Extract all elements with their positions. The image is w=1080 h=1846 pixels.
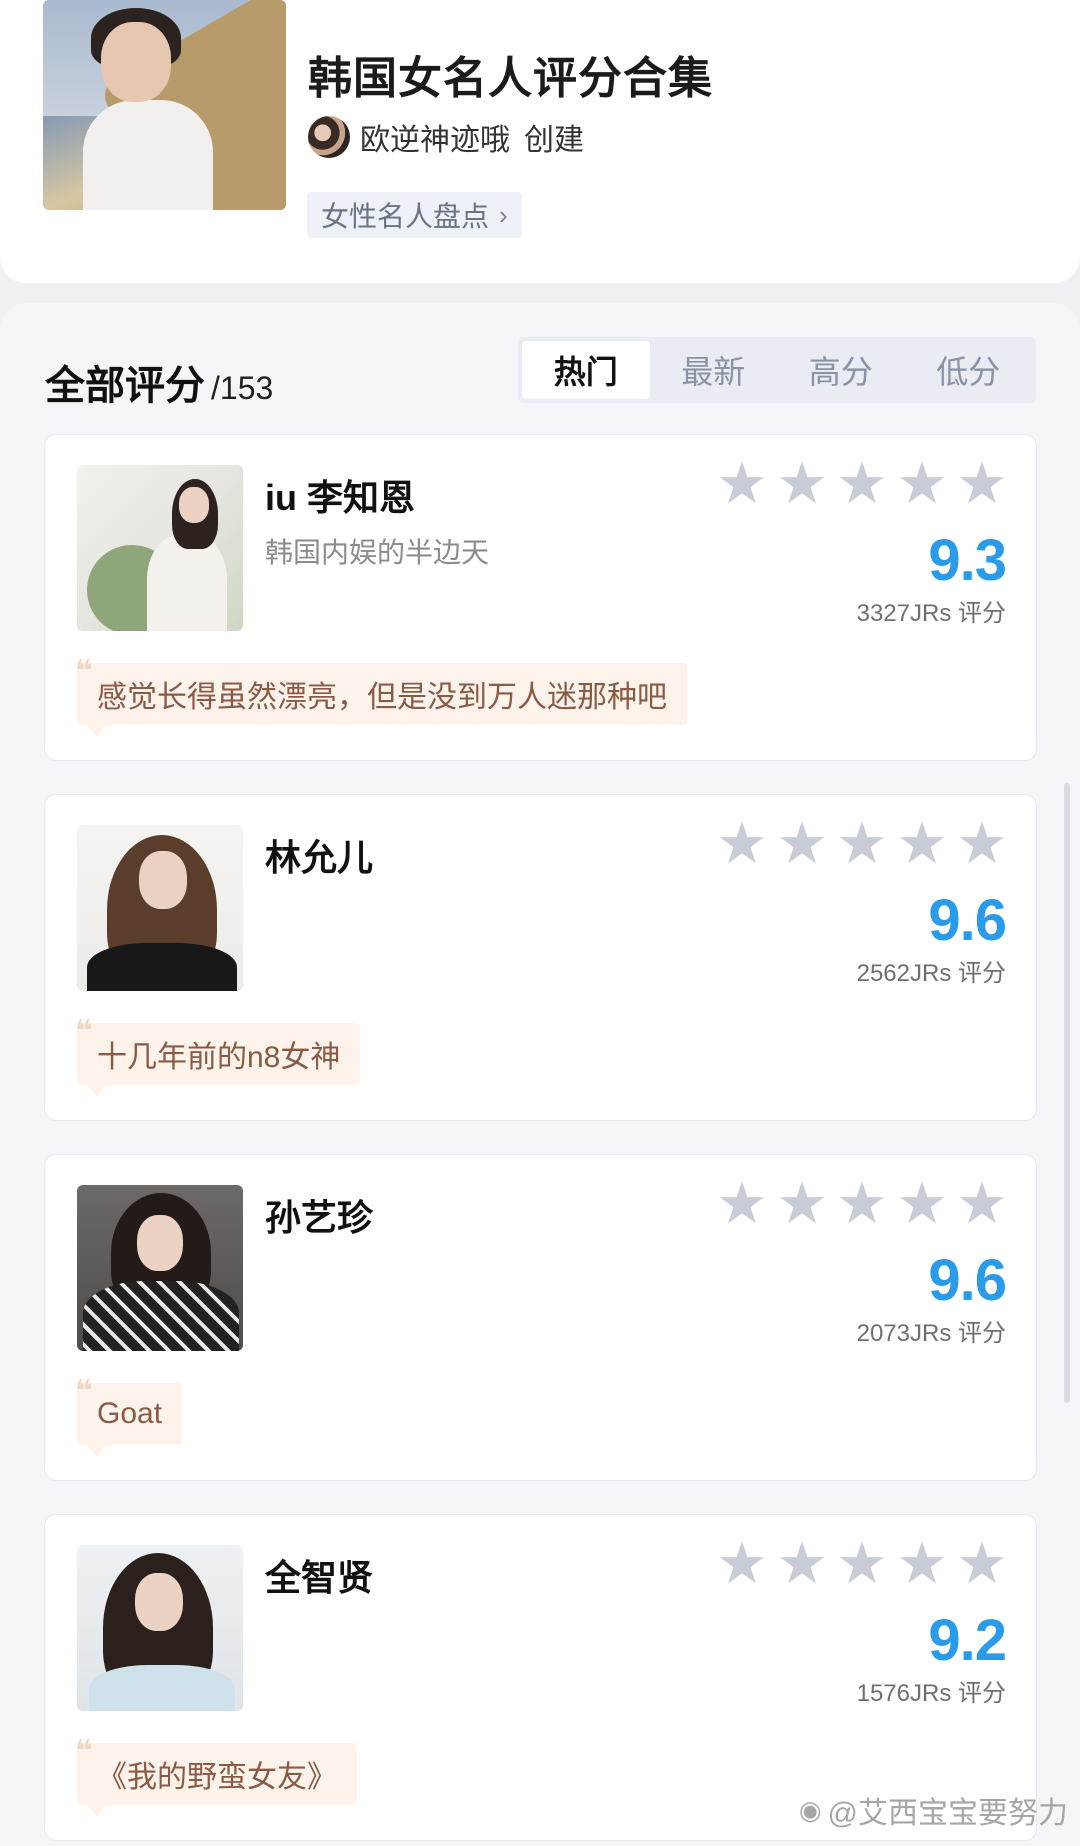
score-value: 9.3 (928, 528, 1007, 593)
celebrity-name[interactable]: 全智贤 (265, 1549, 373, 1601)
star-icon[interactable]: ★ (716, 1535, 768, 1593)
top-comment-text: 《我的野蛮女友》 (97, 1761, 337, 1794)
tab-low-score[interactable]: 低分 (905, 341, 1033, 399)
celebrity-name[interactable]: 林允儿 (265, 829, 373, 881)
watermark-text: @艾西宝宝要努力 (827, 1797, 1068, 1830)
quote-icon: ❝ (75, 1015, 93, 1048)
rating-count: 3327JRs 评分 (856, 600, 1006, 627)
star-icon[interactable]: ★ (896, 815, 948, 873)
watermark: ◉ @艾西宝宝要努力 (799, 1788, 1068, 1832)
celebrity-photo[interactable] (77, 1185, 243, 1351)
score-value: 9.2 (928, 1608, 1007, 1673)
star-icon[interactable]: ★ (716, 1175, 768, 1233)
star-rating[interactable]: ★ ★ ★ ★ ★ (706, 815, 1008, 873)
star-icon[interactable]: ★ (896, 1175, 948, 1233)
star-icon[interactable]: ★ (776, 815, 828, 873)
collection-header: 韩国女名人评分合集 欧逆神迹哦 创建 女性名人盘点 › (0, 0, 1080, 283)
top-comment[interactable]: ❝ 《我的野蛮女友》 (75, 1737, 357, 1817)
star-rating[interactable]: ★ ★ ★ ★ ★ (706, 1535, 1008, 1593)
tab-newest[interactable]: 最新 (650, 341, 778, 399)
tab-high-score[interactable]: 高分 (777, 341, 905, 399)
celebrity-photo[interactable] (77, 1545, 243, 1711)
star-icon[interactable]: ★ (836, 455, 888, 513)
creator-avatar[interactable] (308, 116, 350, 158)
star-icon[interactable]: ★ (836, 1535, 888, 1593)
star-icon[interactable]: ★ (956, 815, 1008, 873)
comment-tail (87, 1445, 107, 1457)
top-comment-text: 感觉长得虽然漂亮，但是没到万人迷那种吧 (97, 681, 667, 714)
star-icon[interactable]: ★ (716, 455, 768, 513)
rating-count: 1576JRs 评分 (856, 1680, 1006, 1707)
collection-title: 韩国女名人评分合集 (308, 54, 713, 103)
star-icon[interactable]: ★ (776, 1175, 828, 1233)
quote-icon: ❝ (75, 1375, 93, 1408)
tab-hot[interactable]: 热门 (522, 341, 650, 399)
chevron-right-icon: › (499, 199, 508, 230)
star-icon[interactable]: ★ (956, 1175, 1008, 1233)
star-icon[interactable]: ★ (776, 1535, 828, 1593)
top-comment[interactable]: ❝ Goat (75, 1377, 183, 1457)
quote-icon: ❝ (75, 655, 93, 688)
celebrity-photo[interactable] (77, 825, 243, 991)
comment-tail (87, 725, 107, 737)
score-value: 9.6 (928, 1248, 1007, 1313)
celebrity-subtitle: 韩国内娱的半边天 (265, 537, 490, 568)
star-icon[interactable]: ★ (956, 1535, 1008, 1593)
celebrity-photo[interactable] (77, 465, 243, 631)
rating-count: 2562JRs 评分 (856, 960, 1006, 987)
top-comment[interactable]: ❝ 感觉长得虽然漂亮，但是没到万人迷那种吧 (75, 657, 687, 737)
section-title: 全部评分/153 (45, 353, 273, 411)
celebrity-name[interactable]: iu 李知恩 (265, 469, 415, 521)
star-icon[interactable]: ★ (836, 1175, 888, 1233)
top-comment-text: 十几年前的n8女神 (97, 1041, 341, 1074)
sort-tabs: 热门 最新 高分 低分 (518, 337, 1036, 403)
star-rating[interactable]: ★ ★ ★ ★ ★ (706, 1175, 1008, 1233)
star-icon[interactable]: ★ (896, 455, 948, 513)
collection-cover-image[interactable] (43, 0, 286, 210)
category-tag[interactable]: 女性名人盘点 › (307, 192, 522, 238)
comment-tail (87, 1805, 107, 1817)
rating-card[interactable]: 孙艺珍 ★ ★ ★ ★ ★ 9.6 2073JRs 评分 ❝ Goat (44, 1154, 1037, 1481)
celebrity-name[interactable]: 孙艺珍 (265, 1189, 373, 1241)
star-icon[interactable]: ★ (776, 455, 828, 513)
ratings-panel: 全部评分/153 热门 最新 高分 低分 iu 李知恩 韩国内娱的半边天 ★ ★… (0, 303, 1080, 1846)
star-icon[interactable]: ★ (836, 815, 888, 873)
quote-icon: ❝ (75, 1735, 93, 1768)
rating-count: 2073JRs 评分 (856, 1320, 1006, 1347)
category-tag-label: 女性名人盘点 (321, 201, 490, 232)
score-value: 9.6 (928, 888, 1007, 953)
comment-tail (87, 1085, 107, 1097)
creator-name[interactable]: 欧逆神迹哦 (360, 115, 510, 159)
star-icon[interactable]: ★ (716, 815, 768, 873)
creator-suffix: 创建 (524, 124, 584, 157)
rating-card[interactable]: iu 李知恩 韩国内娱的半边天 ★ ★ ★ ★ ★ 9.3 3327JRs 评分… (44, 434, 1037, 761)
creator-info[interactable]: 欧逆神迹哦 创建 (308, 115, 584, 159)
rating-card[interactable]: 林允儿 ★ ★ ★ ★ ★ 9.6 2562JRs 评分 ❝ 十几年前的n8女神 (44, 794, 1037, 1121)
star-icon[interactable]: ★ (956, 455, 1008, 513)
top-comment-text: Goat (97, 1397, 163, 1430)
section-count: /153 (211, 370, 274, 406)
section-title-text: 全部评分 (45, 364, 205, 408)
star-rating[interactable]: ★ ★ ★ ★ ★ (706, 455, 1008, 513)
scrollbar[interactable] (1064, 783, 1070, 1403)
top-comment[interactable]: ❝ 十几年前的n8女神 (75, 1017, 361, 1097)
weibo-icon: ◉ (798, 1794, 822, 1825)
star-icon[interactable]: ★ (896, 1535, 948, 1593)
